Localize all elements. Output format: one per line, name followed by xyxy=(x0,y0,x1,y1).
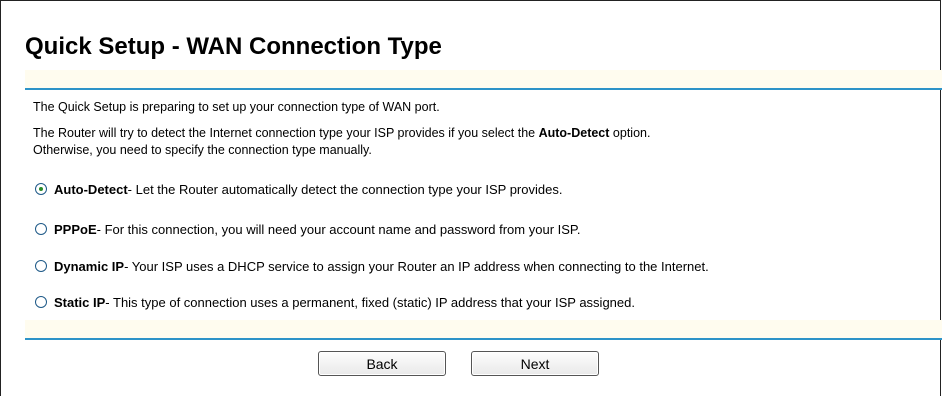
option-dynamic-ip-description: - Your ISP uses a DHCP service to assign… xyxy=(124,258,709,274)
footer-band xyxy=(25,320,942,338)
option-static-ip-description: - This type of connection uses a permane… xyxy=(105,294,635,310)
intro-line-2-end: option. xyxy=(609,126,651,140)
back-button[interactable]: Back xyxy=(318,351,446,376)
intro-auto-detect-emphasis: Auto-Detect xyxy=(538,126,610,140)
intro-line-2-text: The Router will try to detect the Intern… xyxy=(33,126,539,140)
next-button[interactable]: Next xyxy=(471,351,599,376)
intro-line-2: The Router will try to detect the Intern… xyxy=(33,125,650,142)
radio-static-ip[interactable] xyxy=(35,296,47,308)
option-pppoe-description: - For this connection, you will need you… xyxy=(96,221,581,237)
intro-line-3: Otherwise, you need to specify the conne… xyxy=(33,143,372,157)
option-pppoe[interactable]: PPPoE - For this connection, you will ne… xyxy=(35,220,581,238)
radio-dynamic-ip[interactable] xyxy=(35,260,47,272)
option-auto-detect-name: Auto-Detect xyxy=(54,181,128,197)
option-dynamic-ip-name: Dynamic IP xyxy=(54,258,125,274)
divider-bottom xyxy=(25,338,942,340)
option-auto-detect[interactable]: Auto-Detect - Let the Router automatical… xyxy=(35,180,562,198)
option-dynamic-ip[interactable]: Dynamic IP - Your ISP uses a DHCP servic… xyxy=(35,257,709,275)
page-title: Quick Setup - WAN Connection Type xyxy=(25,33,442,60)
radio-pppoe[interactable] xyxy=(35,223,47,235)
setup-panel: Quick Setup - WAN Connection Type The Qu… xyxy=(0,0,942,396)
intro-line-1: The Quick Setup is preparing to set up y… xyxy=(33,100,440,114)
option-auto-detect-description: - Let the Router automatically detect th… xyxy=(127,181,563,197)
option-pppoe-name: PPPoE xyxy=(54,221,97,237)
option-static-ip[interactable]: Static IP - This type of connection uses… xyxy=(35,293,635,311)
header-band xyxy=(25,70,942,88)
option-static-ip-name: Static IP xyxy=(54,294,106,310)
radio-auto-detect[interactable] xyxy=(35,183,47,195)
divider-top xyxy=(25,88,942,90)
